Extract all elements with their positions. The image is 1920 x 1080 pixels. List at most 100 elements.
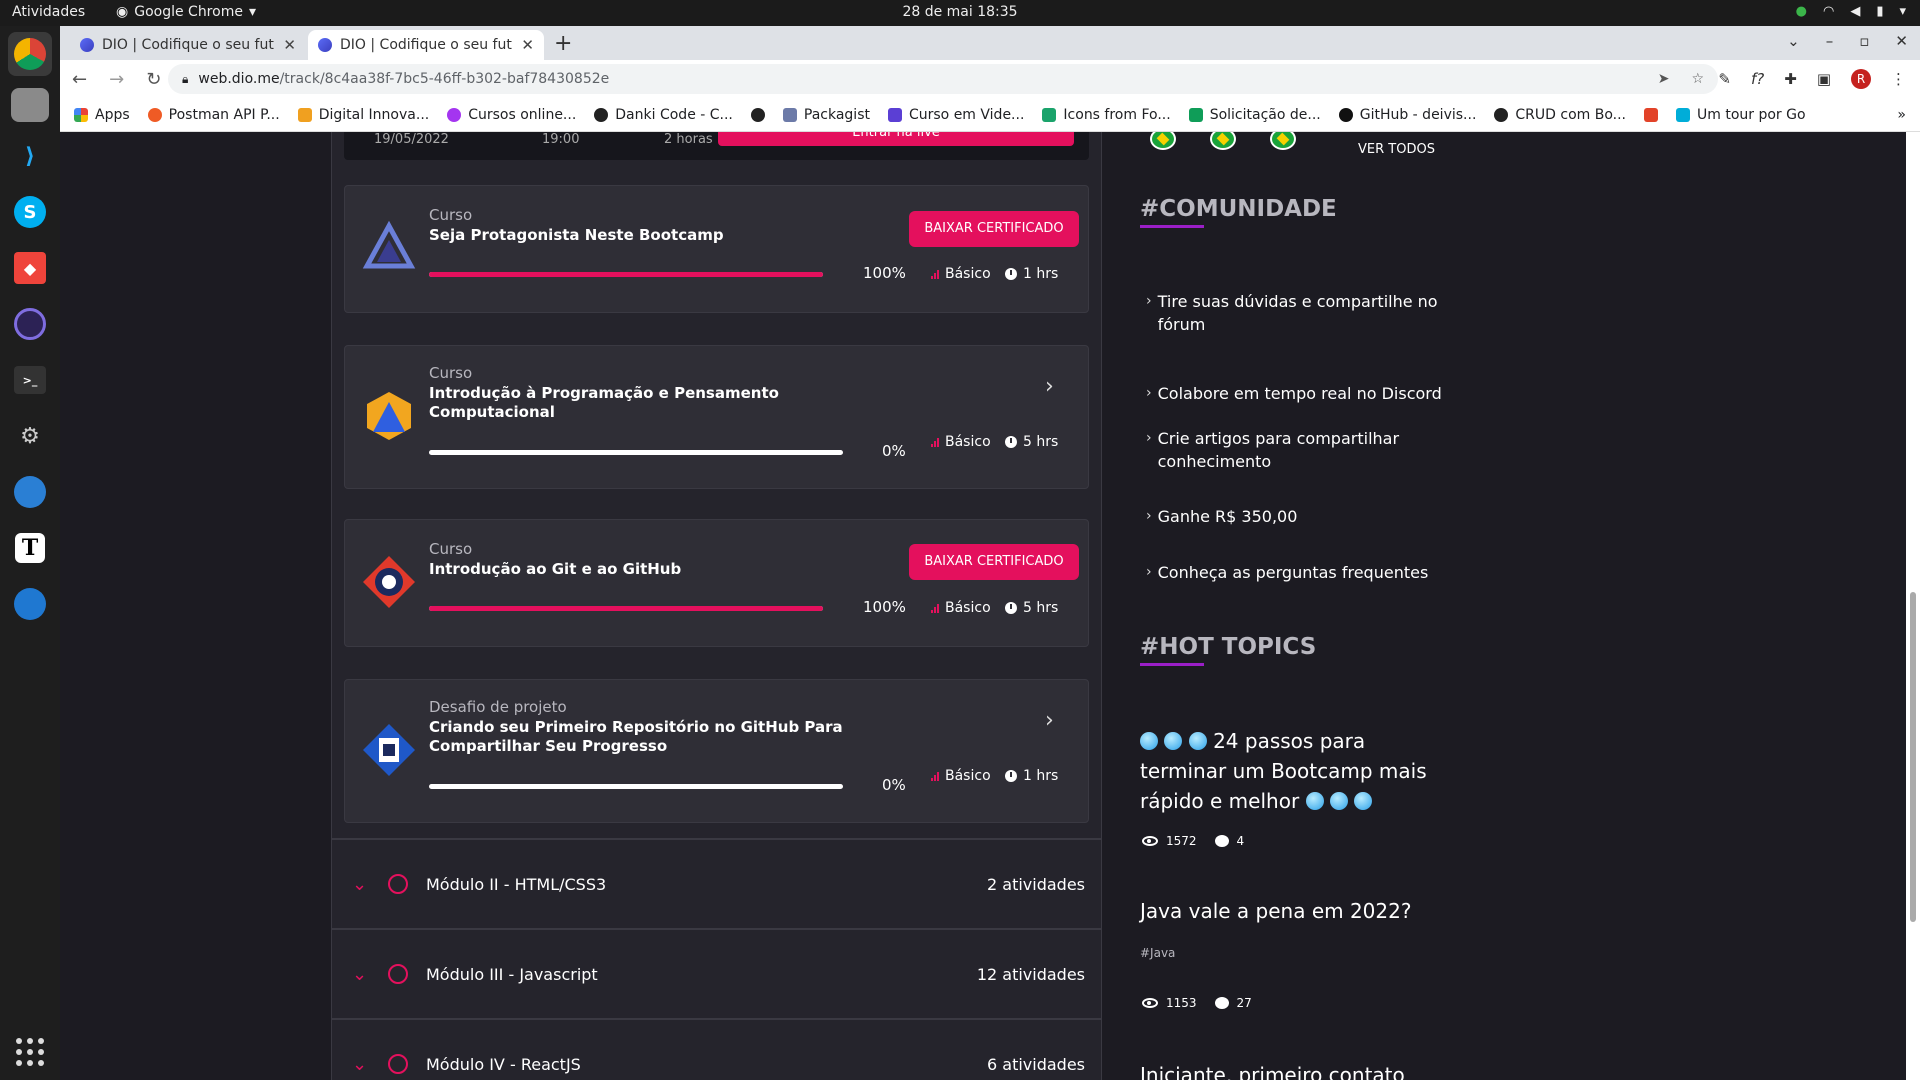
tab-search-icon[interactable]: ⌄ [1787,32,1800,50]
globe-icon [750,107,765,122]
browser-chrome: DIO | Codifique o seu futu ✕ DIO | Codifi… [60,26,1920,132]
topic-title[interactable]: 24 passos para terminar um Bootcamp mais… [1140,726,1440,816]
chevron-down-icon[interactable]: ⌄ [352,1054,367,1075]
topic-tag[interactable]: #Java [1140,946,1175,960]
chrome-dock-icon[interactable] [8,32,52,76]
course-card[interactable]: Curso Introdução à Programação e Pensame… [344,345,1089,489]
chevron-right-icon: › [1146,293,1152,309]
chevron-right-icon[interactable]: › [1045,374,1054,399]
sidepanel-icon[interactable]: ▣ [1817,70,1831,88]
close-tab-icon[interactable]: ✕ [521,36,534,54]
chevron-right-icon: › [1146,564,1152,580]
formula-icon[interactable]: f? [1751,70,1764,88]
challenge-card[interactable]: Desafio de projeto Criando seu Primeiro … [344,679,1089,823]
hot-topics-heading: #HOT TOPICS [1140,634,1317,666]
menu-icon[interactable]: ⋮ [1891,70,1906,88]
clock[interactable]: 28 de mai 18:35 [0,4,1920,20]
bookmark-gitlab[interactable] [1644,107,1659,122]
download-certificate-button[interactable]: BAIXAR CERTIFICADO [909,544,1079,580]
url-path: /track/8c4aa38f-7bc5-46ff-b302-baf784308… [279,71,610,87]
battery-icon: ▮ [1876,4,1884,19]
app-menu[interactable]: ◉ Google Chrome ▾ [116,4,256,20]
eyedropper-icon[interactable]: ✎ [1718,70,1731,88]
close-window-button[interactable]: ✕ [1895,32,1908,50]
community-link[interactable]: › Crie artigos para compartilhar conhecim… [1146,427,1446,473]
bookmark-solicitacao[interactable]: Solicitação de... [1188,107,1321,123]
tab-dio-1[interactable]: DIO | Codifique o seu futu ✕ [70,30,306,60]
bookmark-cursos-online[interactable]: Cursos online... [447,107,576,123]
bookmark-postman[interactable]: Postman API P... [147,107,280,123]
track-modules: 19/05/2022 19:00 2 horas Entrar na live … [331,132,1102,1080]
level-label: Básico [931,434,991,450]
anydesk-dock-icon[interactable]: ◆ [8,246,52,290]
bookmark-star-icon[interactable]: ☆ [1691,71,1704,87]
module-row[interactable]: ⌄ Módulo IV - ReactJS 6 atividades [332,1018,1101,1080]
chevron-down-icon[interactable]: ⌄ [352,874,367,895]
bookmark-github[interactable]: GitHub - deivis... [1338,107,1476,123]
course-card[interactable]: Curso Introdução ao Git e ao GitHub 100%… [344,519,1089,647]
bookmark-crud[interactable]: CRUD com Bo... [1494,107,1626,123]
progress-fill [429,606,823,611]
module-row[interactable]: ⌄ Módulo II - HTML/CSS3 2 atividades [332,838,1101,928]
progress-percent: 0% [882,442,906,460]
globe-emoji-icon [1188,732,1207,750]
bookmark-curso-em-video[interactable]: Curso em Vide... [887,107,1024,123]
puzzle-icon[interactable]: ✚ [1784,70,1797,88]
close-tab-icon[interactable]: ✕ [283,36,296,54]
download-certificate-button[interactable]: BAIXAR CERTIFICADO [909,211,1079,247]
module-row[interactable]: ⌄ Módulo III - Javascript 12 atividades [332,928,1101,1018]
join-live-button[interactable]: Entrar na live [718,132,1074,146]
reload-button[interactable]: ↻ [146,69,161,90]
terminal-dock-icon[interactable]: >_ [8,358,52,402]
bookmark-go-tour[interactable]: Um tour por Go [1676,107,1806,123]
course-logo-icon [362,220,416,269]
forward-button[interactable]: → [109,69,124,90]
course-card[interactable]: Curso Seja Protagonista Neste Bootcamp 1… [344,185,1089,313]
see-all-link[interactable]: VER TODOS [1358,142,1435,157]
address-bar[interactable]: 🔒︎ web.dio.me/track/8c4aa38f-7bc5-46ff-b… [168,64,1718,94]
send-icon[interactable]: ➤ [1658,71,1670,87]
bookmark-icons-from[interactable]: Icons from Fo... [1042,107,1171,123]
tab-dio-2[interactable]: DIO | Codifique o seu futu ✕ [308,30,544,60]
profile-avatar[interactable]: R [1851,69,1871,89]
module-title: Módulo IV - ReactJS [426,1054,581,1074]
skype-dock-icon[interactable]: S [8,190,52,234]
community-link[interactable]: › Tire suas dúvidas e compartilhe no fóru… [1146,290,1446,336]
cursoemvideo-icon [887,107,902,122]
back-button[interactable]: ← [72,69,87,90]
typora-dock-icon[interactable]: T [8,526,52,570]
scrollbar-thumb[interactable] [1910,592,1916,922]
chevron-right-icon[interactable]: › [1045,708,1054,733]
bookmarks-overflow-icon[interactable]: » [1897,107,1906,123]
topic-title[interactable]: Java vale a pena em 2022? [1140,896,1440,926]
community-link[interactable]: › Colabore em tempo real no Discord [1146,382,1446,405]
settings-dock-icon[interactable]: ⚙ [8,414,52,458]
maximize-button[interactable]: ▫ [1859,32,1869,50]
bookmark-apps[interactable]: Apps [74,107,130,123]
new-tab-button[interactable]: + [554,31,572,56]
progress-bar [429,606,823,611]
level-label: Básico [931,266,991,282]
show-apps-icon[interactable] [16,1038,44,1066]
module-status-circle [388,964,408,984]
community-link[interactable]: › Conheça as perguntas frequentes [1146,561,1446,584]
chevron-down-icon[interactable]: ⌄ [352,964,367,985]
brazil-flag-icon [1210,132,1236,150]
dock: ⟩ S ◆ >_ ⚙ T [0,26,60,1080]
tool-dock-icon[interactable] [8,470,52,514]
activities-button[interactable]: Atividades [12,4,85,20]
vscode-dock-icon[interactable]: ⟩ [8,134,52,178]
thunderbird-dock-icon[interactable] [8,582,52,626]
bookmark-danki-code[interactable]: Danki Code - C... [594,107,733,123]
course-logo-icon [363,556,415,608]
bookmark-packagist[interactable]: Packagist [782,107,870,123]
eclipse-dock-icon[interactable] [8,302,52,346]
files-dock-icon[interactable] [11,88,49,122]
page-scrollbar[interactable] [1906,132,1920,1080]
community-link[interactable]: › Ganhe R$ 350,00 [1146,505,1446,528]
bookmark-digital-innovation[interactable]: Digital Innova... [297,107,429,123]
minimize-button[interactable]: – [1826,32,1834,50]
system-tray[interactable]: ● ◠ ◀ ▮ ▾ [1796,4,1906,19]
bookmark-globe[interactable] [750,107,765,122]
topic-title[interactable]: Iniciante, primeiro contato [1140,1060,1440,1080]
